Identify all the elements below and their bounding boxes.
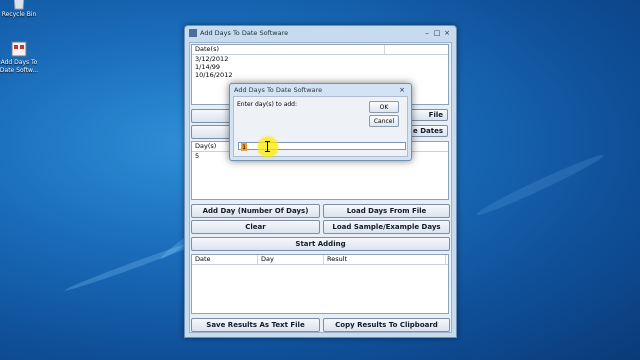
results-column-day[interactable]: Day	[258, 255, 324, 264]
window-titlebar[interactable]: Add Days To Date Software – □ ×	[185, 26, 456, 40]
cursor-highlight	[258, 137, 278, 157]
list-item[interactable]: 1/14/99	[192, 63, 448, 71]
app-icon	[189, 29, 197, 37]
results-column-result[interactable]: Result	[324, 255, 446, 264]
dates-column-header[interactable]: Date(s)	[192, 45, 386, 54]
load-dates-file-label: File	[428, 111, 443, 119]
add-days-dialog: Add Days To Date Software × Enter day(s)…	[229, 83, 412, 161]
window-title: Add Days To Date Software	[200, 29, 289, 37]
dialog-prompt: Enter day(s) to add:	[237, 101, 298, 108]
dialog-close-icon[interactable]: ×	[397, 86, 407, 94]
start-adding-button[interactable]: Start Adding	[191, 237, 450, 251]
load-sample-dates-label: e Dates	[413, 127, 443, 135]
results-column-date[interactable]: Date	[192, 255, 258, 264]
ok-button[interactable]: OK	[369, 101, 399, 113]
close-icon[interactable]: ×	[442, 29, 452, 37]
list-item[interactable]: 10/16/2012	[192, 71, 448, 79]
dates-list-header: Date(s)	[192, 45, 448, 55]
results-table[interactable]: Date Day Result	[191, 254, 449, 314]
cancel-button[interactable]: Cancel	[369, 115, 399, 127]
desktop-icon-app[interactable]: Add Days To Date Softw...	[0, 40, 41, 75]
results-table-header: Date Day Result	[192, 255, 448, 265]
app-shortcut-icon	[9, 40, 29, 58]
clear-button[interactable]: Clear	[191, 220, 320, 234]
save-results-button[interactable]: Save Results As Text File	[191, 318, 320, 332]
desktop-icon-label: Recycle Bin	[1, 11, 37, 18]
dialog-titlebar[interactable]: Add Days To Date Software ×	[230, 84, 411, 96]
copy-results-button[interactable]: Copy Results To Clipboard	[323, 318, 450, 332]
dialog-title: Add Days To Date Software	[234, 86, 323, 94]
maximize-icon[interactable]: □	[432, 29, 442, 37]
load-sample-days-button[interactable]: Load Sample/Example Days	[323, 220, 450, 234]
desktop-icon-recycle-bin[interactable]: Recycle Bin	[0, 0, 41, 19]
text-cursor-icon	[265, 141, 270, 152]
wallpaper-streak	[474, 150, 606, 220]
add-day-button[interactable]: Add Day (Number Of Days)	[191, 204, 320, 218]
main-window: Add Days To Date Software – □ × Date(s) …	[184, 25, 457, 338]
minimize-icon[interactable]: –	[422, 29, 432, 37]
desktop-icon-label: Add Days To Date Softw...	[0, 59, 39, 74]
recycle-bin-icon	[9, 0, 29, 10]
load-days-file-button[interactable]: Load Days From File	[323, 204, 450, 218]
list-item[interactable]: 3/12/2012	[192, 55, 448, 63]
days-input-value: 1	[241, 143, 248, 151]
dates-column-spacer	[385, 45, 448, 54]
